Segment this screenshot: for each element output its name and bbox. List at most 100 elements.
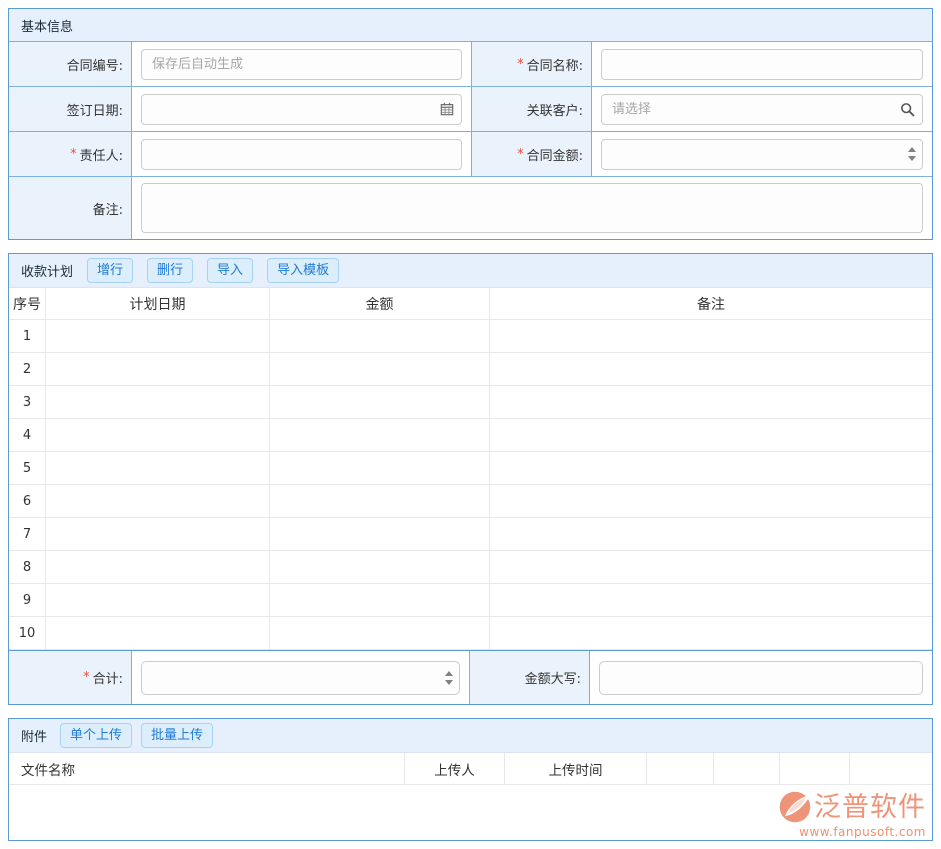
total-input[interactable] <box>141 661 460 695</box>
vendor-watermark: 泛普软件 www.fanpusoft.com <box>778 790 926 839</box>
plan-amount-cell[interactable] <box>269 617 489 649</box>
plan-remark-cell[interactable] <box>489 518 932 550</box>
plan-remark-cell[interactable] <box>489 353 932 385</box>
row-number: 10 <box>9 617 45 649</box>
search-icon[interactable] <box>900 102 915 117</box>
col-header-empty <box>849 753 932 784</box>
row-number: 6 <box>9 485 45 517</box>
spinner-down-icon[interactable] <box>908 156 916 161</box>
contract-no-label: 合同编号: <box>9 42 131 86</box>
remark-textarea[interactable] <box>141 183 923 233</box>
col-header-file-name: 文件名称 <box>9 753 404 784</box>
plan-amount-cell[interactable] <box>269 386 489 418</box>
row-number: 9 <box>9 584 45 616</box>
plan-date-cell[interactable] <box>45 353 269 385</box>
col-header-uploader: 上传人 <box>404 753 504 784</box>
plan-date-cell[interactable] <box>45 485 269 517</box>
attachment-table-header: 文件名称 上传人 上传时间 <box>9 752 932 785</box>
row-number: 1 <box>9 320 45 352</box>
plan-remark-cell[interactable] <box>489 485 932 517</box>
plan-table-row: 7 <box>9 518 932 551</box>
form-row-contract: 合同编号: * 合同名称: <box>9 42 932 86</box>
plan-amount-cell[interactable] <box>269 452 489 484</box>
spinner-up-icon[interactable] <box>445 671 453 676</box>
watermark-brand-text: 泛普软件 <box>814 794 926 821</box>
total-spinner[interactable] <box>445 671 453 685</box>
form-row-date-customer: 签订日期: <box>9 86 932 131</box>
plan-remark-cell[interactable] <box>489 584 932 616</box>
owner-input[interactable] <box>141 139 462 170</box>
plan-date-cell[interactable] <box>45 551 269 583</box>
plan-date-cell[interactable] <box>45 419 269 451</box>
col-header-empty <box>713 753 779 784</box>
plan-date-cell[interactable] <box>45 518 269 550</box>
add-row-button[interactable]: 增行 <box>87 258 133 284</box>
plan-table-row: 1 <box>9 320 932 353</box>
col-header-empty <box>646 753 713 784</box>
amount-input[interactable] <box>601 139 923 170</box>
plan-amount-cell[interactable] <box>269 584 489 616</box>
required-asterisk: * <box>517 57 524 72</box>
form-row-owner-amount: * 责任人: * 合同金额: <box>9 131 932 176</box>
plan-table-row: 3 <box>9 386 932 419</box>
batch-upload-button[interactable]: 批量上传 <box>141 723 213 749</box>
plan-date-cell[interactable] <box>45 617 269 649</box>
sign-date-input[interactable] <box>141 94 462 125</box>
plan-remark-cell[interactable] <box>489 320 932 352</box>
col-header-plan-date: 计划日期 <box>45 288 269 319</box>
plan-table-row: 9 <box>9 584 932 617</box>
required-asterisk: * <box>70 147 77 162</box>
import-button[interactable]: 导入 <box>207 258 253 284</box>
total-label: * 合计: <box>9 651 131 704</box>
basic-info-title-bar: 基本信息 <box>9 9 932 42</box>
plan-amount-cell[interactable] <box>269 353 489 385</box>
import-template-button[interactable]: 导入模板 <box>267 258 339 284</box>
col-header-upload-time: 上传时间 <box>504 753 646 784</box>
plan-date-cell[interactable] <box>45 452 269 484</box>
sign-date-label: 签订日期: <box>9 87 131 131</box>
customer-select-input[interactable] <box>601 94 923 125</box>
plan-remark-cell[interactable] <box>489 551 932 583</box>
plan-amount-cell[interactable] <box>269 485 489 517</box>
contract-name-label: * 合同名称: <box>471 42 591 86</box>
plan-date-cell[interactable] <box>45 386 269 418</box>
plan-remark-cell[interactable] <box>489 419 932 451</box>
contract-name-input[interactable] <box>601 49 923 80</box>
payment-plan-panel: 收款计划 增行 删行 导入 导入模板 序号 计划日期 金额 备注 1 2 3 <box>8 253 933 705</box>
plan-table-header: 序号 计划日期 金额 备注 <box>9 287 932 320</box>
row-number: 8 <box>9 551 45 583</box>
contract-form-page: 基本信息 合同编号: * 合同名称: 签订日期: <box>0 0 941 849</box>
spinner-down-icon[interactable] <box>445 680 453 685</box>
plan-date-cell[interactable] <box>45 584 269 616</box>
plan-remark-cell[interactable] <box>489 452 932 484</box>
row-number: 3 <box>9 386 45 418</box>
plan-amount-cell[interactable] <box>269 518 489 550</box>
amount-words-input[interactable] <box>599 661 923 695</box>
single-upload-button[interactable]: 单个上传 <box>60 723 132 749</box>
row-number: 5 <box>9 452 45 484</box>
required-asterisk: * <box>517 147 524 162</box>
plan-amount-cell[interactable] <box>269 320 489 352</box>
owner-label: * 责任人: <box>9 132 131 176</box>
plan-remark-cell[interactable] <box>489 386 932 418</box>
calendar-icon[interactable] <box>440 102 454 116</box>
plan-remark-cell[interactable] <box>489 617 932 649</box>
plan-table-row: 6 <box>9 485 932 518</box>
amount-spinner[interactable] <box>908 147 916 161</box>
spinner-up-icon[interactable] <box>908 147 916 152</box>
row-number: 2 <box>9 353 45 385</box>
plan-footer-row: * 合计: 金额大写: <box>9 650 932 704</box>
col-header-amount: 金额 <box>269 288 489 319</box>
col-header-seq: 序号 <box>9 288 45 319</box>
watermark-url-text: www.fanpusoft.com <box>799 825 926 839</box>
attachment-title: 附件 <box>21 726 47 745</box>
plan-date-cell[interactable] <box>45 320 269 352</box>
contract-no-input[interactable] <box>141 49 462 80</box>
basic-info-panel: 基本信息 合同编号: * 合同名称: 签订日期: <box>8 8 933 240</box>
attachment-title-bar: 附件 单个上传 批量上传 <box>9 719 932 752</box>
col-header-remark: 备注 <box>489 288 932 319</box>
plan-amount-cell[interactable] <box>269 419 489 451</box>
plan-amount-cell[interactable] <box>269 551 489 583</box>
customer-label: 关联客户: <box>471 87 591 131</box>
delete-row-button[interactable]: 删行 <box>147 258 193 284</box>
